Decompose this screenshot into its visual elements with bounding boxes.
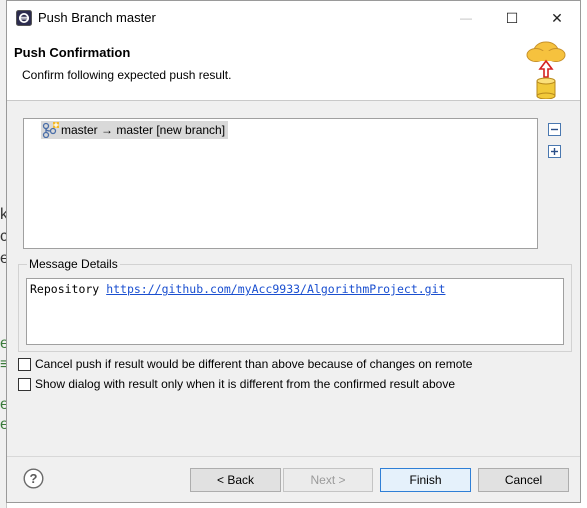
message-details-group: Message Details Repository https://githu… xyxy=(18,257,572,352)
finish-button[interactable]: Finish xyxy=(380,468,471,492)
cancel-button[interactable]: Cancel xyxy=(478,468,569,492)
collapse-all-icon[interactable] xyxy=(548,123,561,136)
footer-divider xyxy=(7,456,580,457)
show-dialog-option[interactable]: Show dialog with result only when it is … xyxy=(18,377,455,391)
show-dialog-checkbox[interactable] xyxy=(18,377,31,391)
window-title: Push Branch master xyxy=(38,10,156,25)
show-dialog-label: Show dialog with result only when it is … xyxy=(35,377,455,391)
eclipse-app-icon xyxy=(16,10,32,26)
push-to-cloud-icon xyxy=(526,41,566,99)
cancel-push-option[interactable]: Cancel push if result would be different… xyxy=(18,357,472,371)
expand-all-icon[interactable] xyxy=(548,145,561,158)
page-description: Confirm following expected push result. xyxy=(22,68,232,82)
repository-url-link[interactable]: https://github.com/myAcc9933/AlgorithmPr… xyxy=(106,282,445,296)
tree-row[interactable]: master → master [new branch] xyxy=(41,121,229,139)
help-icon[interactable]: ? xyxy=(23,468,44,489)
page-title: Push Confirmation xyxy=(14,45,131,60)
cancel-push-checkbox[interactable] xyxy=(18,357,31,371)
message-details-label: Message Details xyxy=(27,257,120,271)
maximize-button[interactable]: ☐ xyxy=(489,1,535,35)
close-icon: ✕ xyxy=(551,9,563,26)
next-button[interactable]: Next > xyxy=(283,468,373,492)
push-branch-dialog: Push Branch master — ☐ ✕ Push Confirmati… xyxy=(6,0,581,503)
svg-text:?: ? xyxy=(30,471,38,486)
back-button[interactable]: < Back xyxy=(190,468,281,492)
close-button[interactable]: ✕ xyxy=(534,1,580,35)
repository-prefix: Repository xyxy=(30,282,100,296)
minimize-button[interactable]: — xyxy=(443,1,489,35)
title-bar: Push Branch master — ☐ ✕ xyxy=(7,1,580,35)
wizard-banner: Push Confirmation Confirm following expe… xyxy=(7,35,580,101)
maximize-icon: ☐ xyxy=(505,9,519,26)
tree-row-label: master → master [new branch] xyxy=(61,123,226,137)
message-details-text[interactable]: Repository https://github.com/myAcc9933/… xyxy=(26,278,564,345)
push-result-tree[interactable]: master → master [new branch] xyxy=(23,118,538,249)
cancel-push-label: Cancel push if result would be different… xyxy=(35,357,473,371)
new-branch-push-icon xyxy=(42,122,59,138)
minimize-icon: — xyxy=(460,11,472,25)
